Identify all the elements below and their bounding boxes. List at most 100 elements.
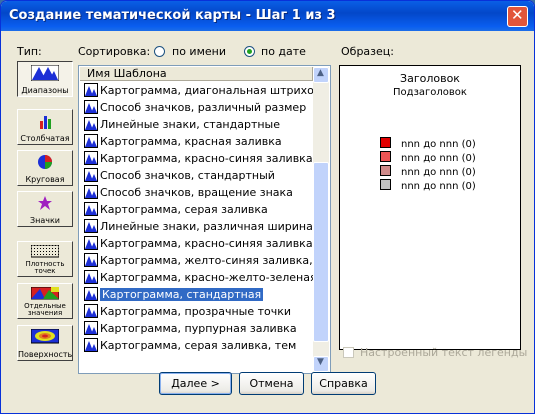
- list-item[interactable]: Картограмма, прозрачные точки: [80, 303, 313, 320]
- list-item[interactable]: Картограмма, стандартная: [80, 286, 313, 303]
- template-icon: [84, 270, 98, 284]
- ranges-icon: [31, 65, 59, 81]
- list-item[interactable]: Картограмма, пурпурная заливка: [80, 320, 313, 337]
- help-button[interactable]: Справка: [311, 372, 376, 395]
- close-button[interactable]: ✕: [507, 6, 528, 27]
- surface-icon: [31, 329, 59, 344]
- list-item-label: Картограмма, пурпурная заливка: [100, 322, 297, 335]
- type-button-bar[interactable]: Столбчатая: [17, 109, 73, 145]
- list-item-label: Картограмма, диагональная штриховка: [100, 84, 313, 97]
- sort-by-date-radio[interactable]: [244, 46, 255, 57]
- legend-row: nnn до nnn (0): [380, 165, 476, 178]
- legend-row: nnn до nnn (0): [380, 137, 476, 150]
- type-button-label: Диапазоны: [21, 86, 69, 95]
- sort-label: Сортировка:: [78, 45, 151, 58]
- bar-chart-icon: [40, 116, 51, 129]
- template-icon: [84, 202, 98, 216]
- list-item-label: Линейные знаки, стандартные: [100, 118, 281, 131]
- list-item-label: Картограмма, красная заливка: [100, 135, 282, 148]
- title-bar[interactable]: Создание тематической карты - Шаг 1 из 3…: [1, 1, 534, 31]
- legend-text: nnn до nnn (0): [401, 181, 476, 192]
- preview-label: Образец:: [341, 45, 394, 58]
- template-icon: [84, 100, 98, 114]
- list-item[interactable]: Линейные знаки, различная ширина: [80, 218, 313, 235]
- chevron-down-icon: ▼: [317, 357, 324, 367]
- type-button-label: Отдельные значения: [24, 302, 66, 317]
- scroll-up-button[interactable]: ▲: [313, 67, 329, 83]
- dot-density-icon: [31, 245, 59, 258]
- list-item[interactable]: Картограмма, диагональная штриховка: [80, 82, 313, 99]
- type-button-label: Значки: [29, 216, 61, 225]
- template-icon: [84, 185, 98, 199]
- type-button-symbols[interactable]: Значки: [17, 191, 73, 227]
- legend-swatch: [380, 137, 391, 148]
- list-item-label: Способ значков, стандартный: [100, 169, 275, 182]
- legend-text: nnn до nnn (0): [401, 167, 476, 178]
- list-item-label: Картограмма, красно-желто-зеленая за: [100, 271, 313, 284]
- list-item-label: Картограмма, серая заливка, тем: [100, 339, 297, 352]
- list-item-label: Линейные знаки, различная ширина: [100, 220, 313, 233]
- template-icon: [84, 151, 98, 165]
- sort-by-name-label[interactable]: по имени: [172, 45, 226, 58]
- template-icon: [84, 236, 98, 250]
- list-item[interactable]: Способ значков, вращение знака: [80, 184, 313, 201]
- list-item[interactable]: Картограмма, красно-синяя заливка: [80, 150, 313, 167]
- list-column-header[interactable]: Имя Шаблона: [80, 67, 313, 81]
- list-item[interactable]: Способ значков, стандартный: [80, 167, 313, 184]
- template-icon: [84, 219, 98, 233]
- template-icon: [84, 287, 98, 301]
- list-item[interactable]: Картограмма, желто-синяя заливка, тем: [80, 252, 313, 269]
- template-icon: [84, 304, 98, 318]
- list-item[interactable]: Способ значков, различный размер: [80, 99, 313, 116]
- type-button-label: Поверхность: [18, 350, 73, 359]
- template-list-rows: Картограмма, диагональная штриховка Спосо…: [80, 82, 313, 373]
- legend-text: nnn до nnn (0): [401, 139, 476, 150]
- list-item-label: Картограмма, желто-синяя заливка, тем: [100, 254, 313, 267]
- type-button-ranges[interactable]: Диапазоны: [17, 61, 73, 97]
- window-title: Создание тематической карты - Шаг 1 из 3: [9, 8, 336, 23]
- preview-title: Заголовок: [400, 72, 460, 85]
- chevron-up-icon: ▲: [317, 68, 324, 78]
- list-item[interactable]: Линейные знаки, стандартные: [80, 116, 313, 133]
- next-button[interactable]: Далее >: [159, 372, 232, 395]
- legend-swatch: [380, 179, 391, 190]
- list-item[interactable]: Картограмма, красно-желто-зеленая за: [80, 269, 313, 286]
- type-button-individual[interactable]: Отдельные значения: [17, 283, 73, 319]
- type-button-pie[interactable]: Круговая: [17, 150, 73, 186]
- scroll-thumb[interactable]: [313, 162, 329, 342]
- template-list[interactable]: Имя Шаблона Картограмма, диагональная шт…: [78, 65, 331, 374]
- legend-swatch: [380, 151, 391, 162]
- type-button-dot-density[interactable]: Плотность точек: [17, 241, 73, 277]
- type-button-surface[interactable]: Поверхность: [17, 325, 73, 361]
- list-item[interactable]: Картограмма, серая заливка, тем: [80, 337, 313, 354]
- legend-swatch: [380, 165, 391, 176]
- list-item-label: Картограмма, серая заливка: [100, 203, 268, 216]
- dialog-body: Тип: Диапазоны Столбчатая Круговая Значк…: [4, 31, 531, 411]
- sort-by-date-label[interactable]: по дате: [261, 45, 306, 58]
- legend-row: nnn до nnn (0): [380, 179, 476, 192]
- template-icon: [84, 117, 98, 131]
- type-button-label: Круговая: [25, 175, 65, 184]
- template-icon: [84, 338, 98, 352]
- legend-text: nnn до nnn (0): [401, 153, 476, 164]
- scroll-down-button[interactable]: ▼: [313, 356, 329, 372]
- list-item-label: Картограмма, красно-синяя заливка, те: [100, 237, 313, 250]
- list-item[interactable]: Картограмма, красно-синяя заливка, те: [80, 235, 313, 252]
- list-item-label: Картограмма, красно-синяя заливка: [100, 152, 313, 165]
- list-item-label: Способ значков, вращение знака: [100, 186, 293, 199]
- dialog-window: Создание тематической карты - Шаг 1 из 3…: [0, 0, 535, 414]
- type-button-label: Плотность точек: [25, 260, 65, 275]
- list-scrollbar[interactable]: ▲ ▼: [313, 67, 329, 372]
- list-item[interactable]: Картограмма, красная заливка: [80, 133, 313, 150]
- list-item-label: Способ значков, различный размер: [100, 101, 307, 114]
- list-item-label: Картограмма, прозрачные точки: [100, 305, 292, 318]
- type-button-label: Столбчатая: [20, 134, 70, 143]
- sort-by-name-radio[interactable]: [154, 46, 165, 57]
- custom-legend-label[interactable]: Настроенный текст легенды: [360, 346, 527, 359]
- pie-chart-icon: [38, 155, 52, 169]
- cancel-button[interactable]: Отмена: [239, 372, 304, 395]
- custom-legend-checkbox[interactable]: [343, 347, 354, 358]
- list-item[interactable]: Картограмма, серая заливка: [80, 201, 313, 218]
- individual-values-icon: [31, 287, 59, 300]
- legend-preview: Заголовок Подзаголовок nnn до nnn (0) nnn…: [339, 65, 521, 350]
